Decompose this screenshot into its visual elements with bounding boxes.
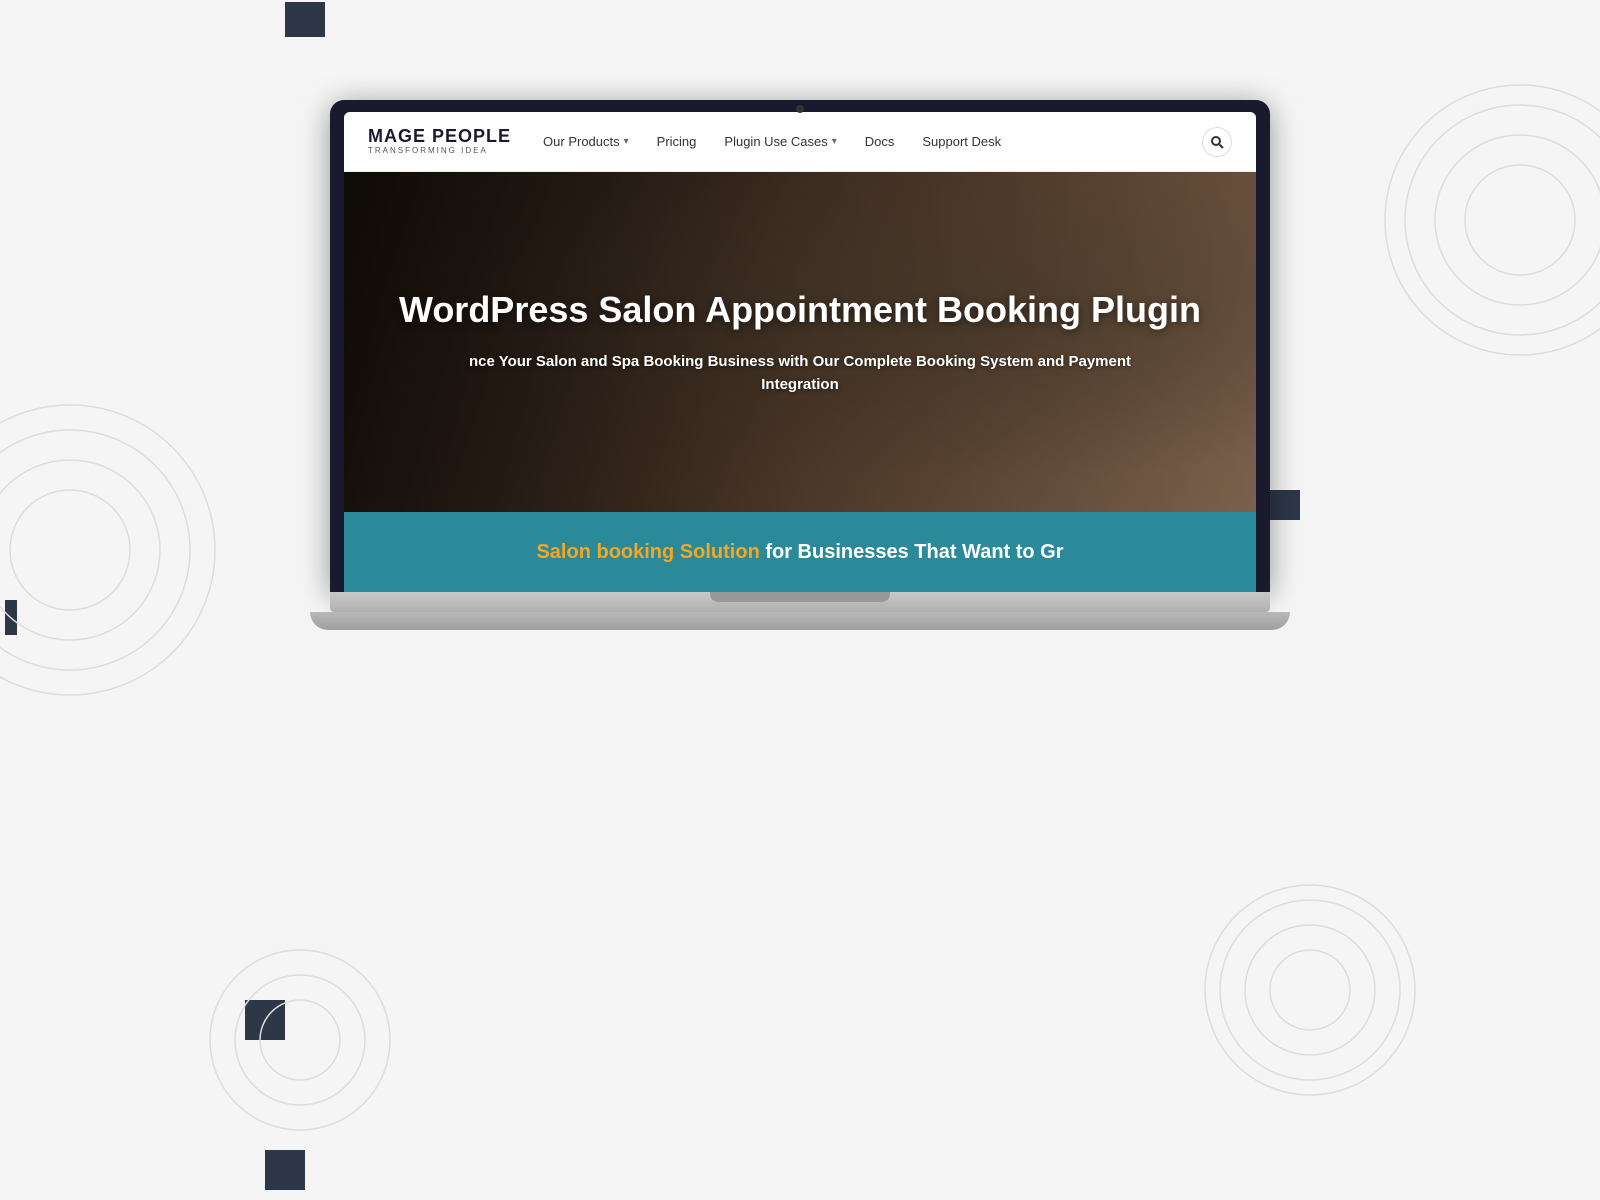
hero-section: WordPress Salon Appointment Booking Plug… [344,172,1256,512]
hero-bottom-rest: for Businesses That Want to Gr [760,541,1064,563]
decor-circle-bottom-right [1200,880,1420,1100]
hero-bottom-highlight: Salon booking Solution [536,541,759,563]
logo-name: MAGE PEOPLE [368,127,511,147]
laptop-mockup: MAGE PEOPLE TRANSFORMING IDEA Our Produc… [330,100,1270,630]
hero-content: WordPress Salon Appointment Booking Plug… [344,172,1256,512]
laptop-bottom-bezel [330,592,1270,612]
website-screen: MAGE PEOPLE TRANSFORMING IDEA Our Produc… [344,112,1256,592]
hero-title: WordPress Salon Appointment Booking Plug… [399,288,1201,331]
navigation: MAGE PEOPLE TRANSFORMING IDEA Our Produc… [344,112,1256,172]
laptop-camera [796,105,804,113]
laptop-base [310,612,1290,630]
decor-square-2 [1270,490,1300,520]
chevron-down-icon-2: ▾ [832,136,837,147]
search-button[interactable] [1202,127,1232,157]
decor-circle-bottom-left [200,940,400,1140]
logo-tagline: TRANSFORMING IDEA [368,147,511,156]
search-icon [1210,135,1224,149]
site-logo[interactable]: MAGE PEOPLE TRANSFORMING IDEA [368,127,511,156]
nav-support-desk[interactable]: Support Desk [922,134,1001,149]
hero-bottom-text: Salon booking Solution for Businesses Th… [536,541,1063,564]
decor-circle-left [0,400,220,700]
nav-docs[interactable]: Docs [865,134,895,149]
website: MAGE PEOPLE TRANSFORMING IDEA Our Produc… [344,112,1256,592]
decor-square-5 [265,1150,305,1190]
decor-square-1 [285,2,325,37]
nav-plugin-use-cases[interactable]: Plugin Use Cases ▾ [724,134,836,149]
hero-subtitle: nce Your Salon and Spa Booking Business … [450,351,1150,396]
chevron-down-icon: ▾ [624,136,629,147]
decor-circle-right [1380,80,1600,360]
laptop-screen-frame: MAGE PEOPLE TRANSFORMING IDEA Our Produc… [330,100,1270,592]
nav-pricing[interactable]: Pricing [657,134,697,149]
laptop-hinge [710,592,890,602]
nav-our-products[interactable]: Our Products ▾ [543,134,629,149]
hero-bottom-bar: Salon booking Solution for Businesses Th… [344,512,1256,592]
nav-links: Our Products ▾ Pricing Plugin Use Cases … [543,134,1202,149]
